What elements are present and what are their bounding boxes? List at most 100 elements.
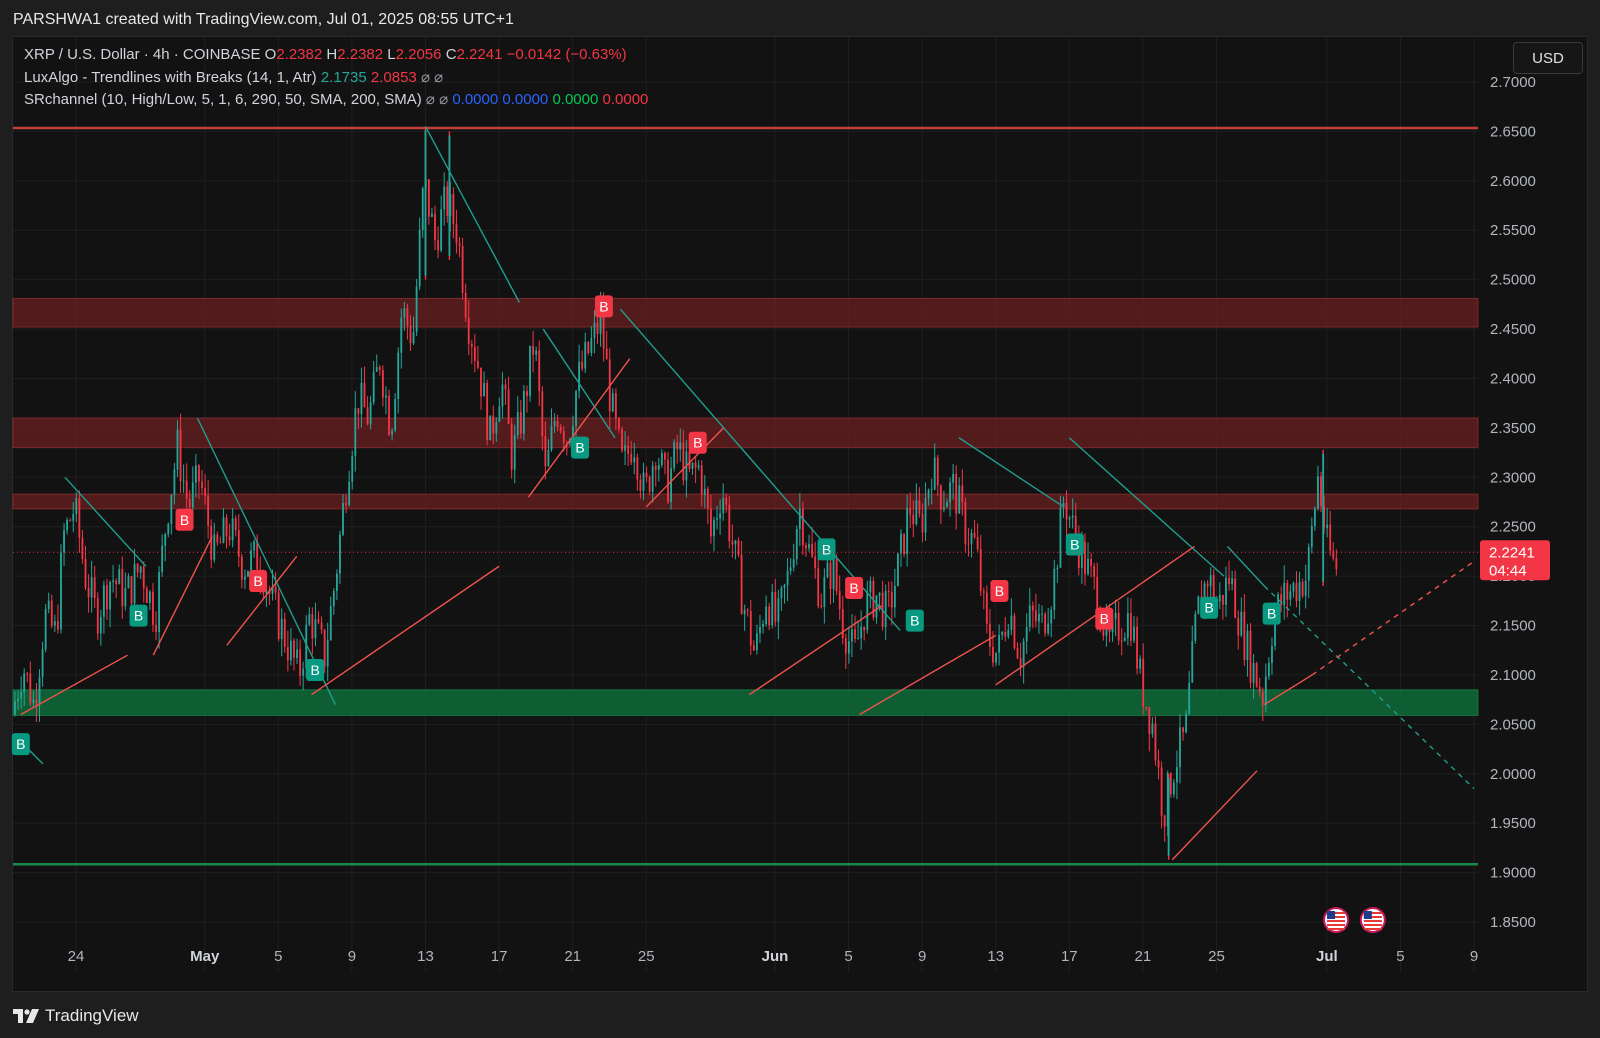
candle-body: [1292, 583, 1295, 592]
candle-body: [1041, 613, 1043, 615]
sell-signal-marker[interactable]: B: [249, 570, 268, 593]
candle-body: [1252, 663, 1255, 683]
candle-body: [75, 498, 78, 515]
candle-body: [636, 457, 639, 480]
candle-body: [710, 508, 712, 537]
candle-body: [329, 606, 332, 641]
candle-body: [838, 591, 841, 610]
candle-body: [921, 513, 924, 533]
hidden-eye-icon[interactable]: ⌀: [426, 91, 435, 108]
tradingview-logo[interactable]: TradingView: [13, 1006, 139, 1026]
candle-body: [670, 468, 672, 502]
buy-signal-marker[interactable]: B: [1200, 596, 1219, 619]
time-tick-label: 9: [918, 948, 926, 965]
open-value: 2.2382: [276, 46, 323, 63]
candle-body: [1237, 617, 1240, 636]
candle-body: [1038, 613, 1040, 622]
candle-body: [1034, 610, 1037, 622]
close-value: 2.2241: [456, 46, 503, 63]
candle-body: [492, 415, 495, 434]
price-tick-label: 2.3000: [1490, 469, 1536, 486]
hidden-eye-icon[interactable]: ⌀: [434, 69, 443, 86]
buy-signal-marker[interactable]: B: [817, 538, 836, 561]
candle-body: [995, 652, 997, 663]
candle-body: [1114, 612, 1117, 619]
flag-canton: [1327, 911, 1336, 919]
us-flag-event-icon[interactable]: [1323, 907, 1350, 933]
candle-body: [679, 442, 682, 450]
price-tick-label: 1.8500: [1490, 914, 1536, 931]
candle-body: [501, 384, 504, 407]
candle-body: [185, 480, 188, 499]
candle-body: [618, 418, 620, 430]
sell-signal-marker[interactable]: B: [990, 579, 1009, 602]
legend-symbol-row[interactable]: XRP / U.S. Dollar · 4h · COINBASE O2.238…: [24, 46, 627, 63]
buy-signal-marker[interactable]: B: [1262, 602, 1281, 625]
candle-body: [979, 549, 982, 592]
candle-body: [985, 592, 988, 624]
candle-body: [1167, 777, 1170, 856]
candle-body: [1001, 632, 1004, 636]
legend-indicator-luxalgo[interactable]: LuxAlgo - Trendlines with Breaks (14, 1,…: [24, 68, 443, 86]
candle-body: [421, 188, 424, 230]
time-tick-label: 24: [68, 948, 85, 965]
candle-body: [516, 412, 519, 436]
signal-label: B: [1100, 611, 1109, 627]
sell-signal-marker[interactable]: B: [845, 576, 864, 599]
candle-body: [817, 568, 820, 606]
last-price-value: 2.2241: [1489, 544, 1535, 561]
candle-body: [832, 558, 835, 589]
hidden-eye-icon[interactable]: ⌀: [439, 91, 448, 108]
buy-signal-marker[interactable]: B: [11, 733, 30, 756]
sell-signal-marker[interactable]: B: [175, 508, 194, 531]
candle-body: [112, 580, 115, 583]
candle-body: [939, 485, 942, 510]
us-flag-event-icon[interactable]: [1359, 907, 1386, 933]
signal-label: B: [180, 512, 189, 528]
candle-body: [1028, 605, 1031, 628]
candle-body: [161, 545, 164, 573]
time-tick-label: 5: [844, 948, 852, 965]
candle-body: [728, 504, 731, 542]
candle-body: [1255, 663, 1258, 687]
sell-signal-marker[interactable]: B: [594, 295, 613, 318]
candle-body: [378, 367, 381, 371]
candle-body: [53, 621, 56, 626]
candle-body: [201, 481, 203, 489]
legend-indicator-srchannel[interactable]: SRchannel (10, High/Low, 5, 1, 6, 290, 5…: [24, 90, 648, 108]
buy-signal-marker[interactable]: B: [905, 609, 924, 632]
sell-signal-marker[interactable]: B: [1095, 607, 1114, 630]
trendline-up-projection: [1311, 560, 1475, 676]
candle-body: [759, 626, 761, 634]
candle-body: [148, 591, 151, 603]
candle-body: [1068, 517, 1071, 520]
candle-body: [1218, 594, 1221, 602]
candlestick-chart[interactable]: B B B B B B B B B B B B B B B B 2.7000 2.6500 2.6000 2.550…: [0, 0, 1600, 1038]
buy-signal-marker[interactable]: B: [306, 659, 325, 681]
candle-body: [109, 582, 111, 610]
signal-label: B: [575, 440, 584, 456]
candle-body: [228, 536, 231, 541]
candle-body: [703, 488, 706, 495]
candle-body: [538, 350, 541, 392]
candle-body: [1151, 723, 1154, 734]
time-tick-label: Jul: [1316, 948, 1338, 965]
indicator-luxalgo-name: LuxAlgo - Trendlines with Breaks (14, 1,…: [24, 69, 317, 86]
candle-body: [559, 427, 562, 432]
candle-body: [722, 498, 725, 514]
candle-body: [317, 619, 320, 623]
buy-signal-marker[interactable]: B: [129, 604, 148, 627]
candle-body: [1320, 476, 1322, 506]
price-tick-label: 2.1000: [1490, 667, 1536, 684]
candle-body: [1172, 782, 1175, 795]
candle-body: [795, 528, 798, 560]
candle-body: [823, 577, 826, 607]
signal-label: B: [1204, 600, 1213, 616]
hidden-eye-icon[interactable]: ⌀: [421, 69, 430, 86]
currency-button[interactable]: USD: [1513, 42, 1583, 74]
candle-body: [884, 591, 887, 628]
sell-signal-marker[interactable]: B: [688, 431, 707, 454]
buy-signal-marker[interactable]: B: [571, 436, 590, 459]
candle-body: [847, 641, 850, 654]
candle-body: [237, 530, 240, 557]
